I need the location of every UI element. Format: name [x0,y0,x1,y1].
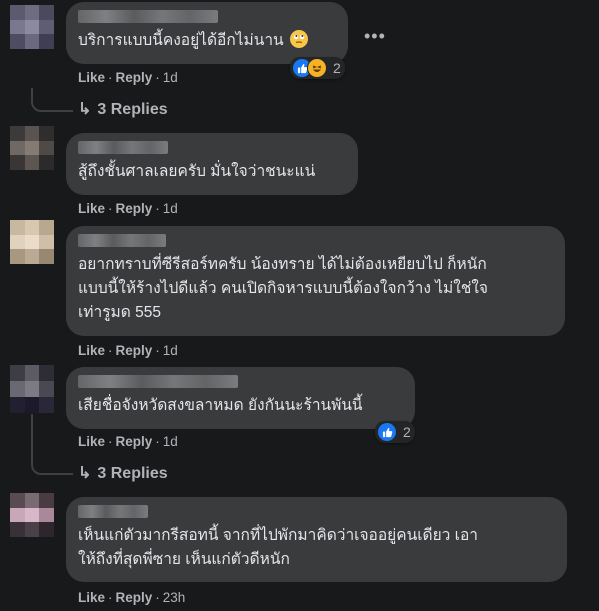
commenter-name-blurred[interactable] [78,141,168,154]
comment-text: สู้ถึงชั้นศาลเลยครับ มั่นใจว่าชนะแน่ [78,163,316,180]
reply-button[interactable]: Reply [116,201,153,216]
comment-bubble: อยากทราบที่ซีรีสอร์ทครับ น้องทราย ได้ไม่… [66,226,565,336]
comment-text: เสียชื่อจังหวัดสงขลาหมด ยังกันนะร้านพันน… [78,397,363,414]
thread-connector [31,88,73,112]
reply-button[interactable]: Reply [116,590,153,605]
comment-text: อยากทราบที่ซีรีสอร์ทครับ น้องทราย ได้ไม่… [78,256,489,321]
comment-actions: Like · Reply · 23h [78,590,186,605]
comment-actions: Like · Reply · 1d [78,434,178,449]
reply-arrow-icon: ↳ [78,101,92,118]
rolling-eyes-emoji-icon [289,30,308,48]
avatar[interactable] [10,220,54,264]
timestamp[interactable]: 1d [163,434,178,449]
like-button[interactable]: Like [78,434,105,449]
comment-text: บริการแบบนี้คงอยู่ได้อีกไม่นาน [78,29,336,53]
comment-bubble: บริการแบบนี้คงอยู่ได้อีกไม่นาน [66,2,348,64]
timestamp[interactable]: 1d [163,343,178,358]
like-button[interactable]: Like [78,201,105,216]
commenter-name-blurred[interactable] [78,375,238,388]
timestamp[interactable]: 23h [163,590,186,605]
commenter-name-blurred[interactable] [78,10,218,23]
comment-actions: Like · Reply · 1d [78,343,178,358]
commenter-name-blurred[interactable] [78,234,166,247]
timestamp[interactable]: 1d [163,70,178,85]
view-replies-link[interactable]: ↳ 3 Replies [78,463,168,483]
comment-actions: Like · Reply · 1d [78,70,178,85]
reply-button[interactable]: Reply [116,434,153,449]
comment-text: เห็นแก่ตัวมากรีสอทนี้ จากที่ไปพักมาคิดว่… [78,527,478,568]
reply-arrow-icon: ↳ [78,465,92,482]
commenter-name-blurred[interactable] [78,505,148,518]
avatar[interactable] [10,126,54,170]
view-replies-link[interactable]: ↳ 3 Replies [78,99,168,119]
comment-bubble: เสียชื่อจังหวัดสงขลาหมด ยังกันนะร้านพันน… [66,367,415,429]
thread-connector [31,414,73,475]
like-button[interactable]: Like [78,70,105,85]
comment-bubble: สู้ถึงชั้นศาลเลยครับ มั่นใจว่าชนะแน่ [66,133,358,195]
reaction-summary[interactable]: 2 [290,57,345,79]
comment-bubble: เห็นแก่ตัวมากรีสอทนี้ จากที่ไปพักมาคิดว่… [66,497,567,582]
reply-button[interactable]: Reply [116,70,153,85]
more-options-icon[interactable]: ••• [364,26,386,47]
avatar[interactable] [10,365,54,413]
timestamp[interactable]: 1d [163,201,178,216]
reaction-count: 2 [403,424,411,440]
reply-button[interactable]: Reply [116,343,153,358]
comment-actions: Like · Reply · 1d [78,201,178,216]
like-button[interactable]: Like [78,590,105,605]
reaction-count: 2 [333,60,341,76]
avatar[interactable] [10,493,54,537]
like-button[interactable]: Like [78,343,105,358]
like-reaction-icon [377,422,397,442]
avatar[interactable] [10,5,54,49]
haha-reaction-icon [307,58,327,78]
reaction-summary[interactable]: 2 [375,421,415,443]
